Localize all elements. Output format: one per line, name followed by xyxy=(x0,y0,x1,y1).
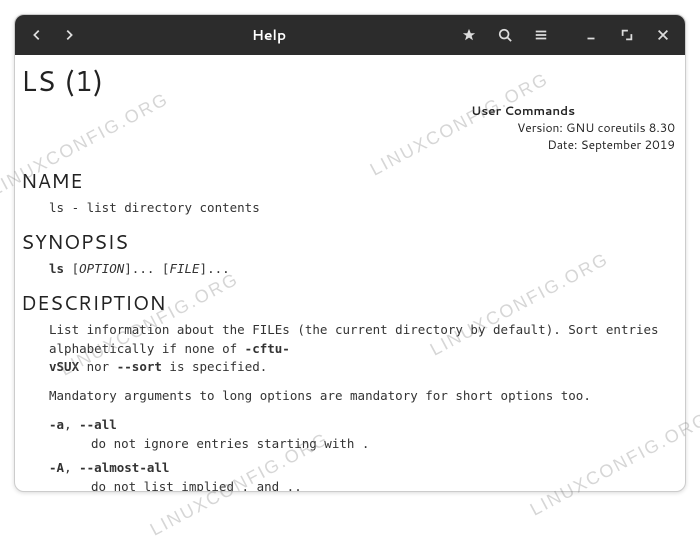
man-category: User Commands xyxy=(471,103,575,120)
menu-button[interactable] xyxy=(525,20,557,50)
man-page-content[interactable]: LS (1) User Commands Version: GNU coreut… xyxy=(15,55,685,491)
maximize-icon xyxy=(620,28,634,42)
description-para2: Mandatory arguments to long options are … xyxy=(49,387,675,406)
description-para1: List information about the FILEs (the cu… xyxy=(49,321,675,377)
minimize-icon xyxy=(584,28,598,42)
close-button[interactable] xyxy=(647,20,679,50)
arrow-left-icon xyxy=(30,28,44,42)
window-title: Help xyxy=(89,25,449,45)
minimize-button[interactable] xyxy=(575,20,607,50)
nav-group xyxy=(21,20,85,50)
forward-button[interactable] xyxy=(53,20,85,50)
search-button[interactable] xyxy=(489,20,521,50)
help-window: Help LS (1) User Commands Version: GNU c… xyxy=(14,14,686,492)
hamburger-icon xyxy=(534,28,548,42)
section-name-heading: NAME xyxy=(21,167,675,195)
option-A-desc: do not list implied . and .. xyxy=(91,478,675,491)
synopsis-line: ls [OPTION]... [FILE]... xyxy=(49,260,675,279)
back-button[interactable] xyxy=(21,20,53,50)
star-icon xyxy=(462,28,476,42)
section-synopsis-heading: SYNOPSIS xyxy=(21,228,675,256)
option-a-desc: do not ignore entries starting with . xyxy=(91,435,675,454)
man-version: Version: GNU coreutils 8.30 xyxy=(517,119,675,136)
titlebar: Help xyxy=(15,15,685,55)
search-icon xyxy=(498,28,512,42)
bookmark-button[interactable] xyxy=(453,20,485,50)
page-title: LS (1) xyxy=(21,61,675,101)
option-A: -A, --almost-all xyxy=(49,459,675,478)
option-a: -a, --all xyxy=(49,416,675,435)
man-date: Date: September 2019 xyxy=(547,136,675,153)
page-meta: User Commands Version: GNU coreutils 8.3… xyxy=(21,103,675,153)
close-icon xyxy=(656,28,670,42)
section-description-heading: DESCRIPTION xyxy=(21,289,675,317)
name-text: ls - list directory contents xyxy=(49,199,675,218)
arrow-right-icon xyxy=(62,28,76,42)
maximize-button[interactable] xyxy=(611,20,643,50)
